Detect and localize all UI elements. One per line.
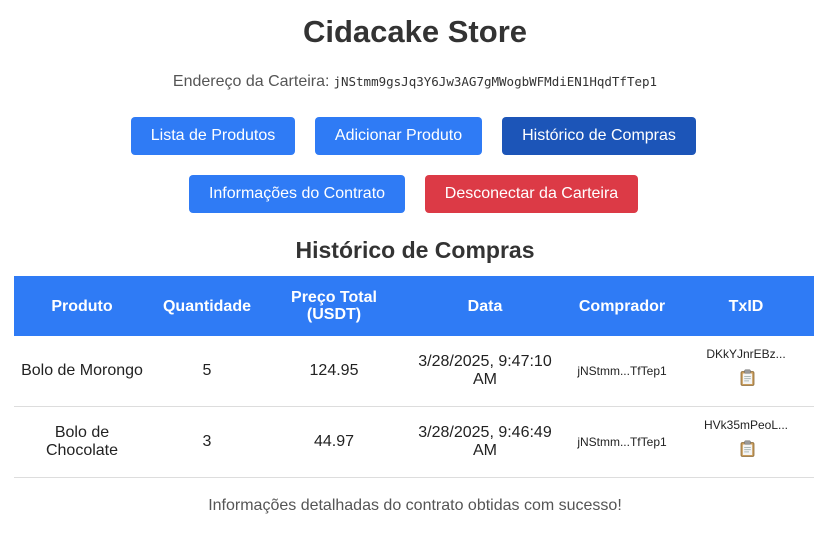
cell-total: 44.97 (264, 406, 404, 478)
contract-info-button[interactable]: Informações do Contrato (189, 175, 405, 213)
wallet-address: jNStmm9gsJq3Y6Jw3AG7gMWogbWFMdiEN1HqdTfT… (333, 74, 658, 89)
wallet-label: Endereço da Carteira: (172, 73, 330, 90)
table-header-row: Produto Quantidade Preço Total (USDT) Da… (14, 276, 814, 336)
column-header-product: Produto (14, 276, 150, 336)
cell-date: 3/28/2025, 9:46:49 AM (404, 406, 566, 478)
cell-quantity: 5 (150, 336, 264, 407)
table-row: Bolo de Morongo 5 124.95 3/28/2025, 9:47… (14, 336, 814, 407)
add-product-button[interactable]: Adicionar Produto (315, 117, 482, 155)
txid-text: DKkYJnrEBz... (706, 347, 786, 361)
wallet-info: Endereço da Carteira: jNStmm9gsJq3Y6Jw3AG… (0, 73, 830, 91)
page-title: Cidacake Store (303, 14, 527, 49)
column-header-total: Preço Total (USDT) (264, 276, 404, 336)
app-root: Cidacake Store Endereço da Carteira: jNSt… (0, 0, 830, 559)
status-message: Informações detalhadas do contrato obtid… (208, 497, 622, 514)
disconnect-wallet-button[interactable]: Desconectar da Carteira (425, 175, 638, 213)
column-header-quantity: Quantidade (150, 276, 264, 336)
purchase-history-button[interactable]: Histórico de Compras (502, 117, 696, 155)
purchase-history-table: Produto Quantidade Preço Total (USDT) Da… (14, 276, 814, 478)
cell-product: Bolo de Chocolate (14, 406, 150, 478)
cell-txid: DKkYJnrEBz... (678, 336, 814, 407)
column-header-buyer: Comprador (566, 276, 678, 336)
table-row: Bolo de Chocolate 3 44.97 3/28/2025, 9:4… (14, 406, 814, 478)
history-title: Histórico de Compras (295, 237, 535, 263)
cell-buyer: jNStmm...TfTep1 (566, 336, 678, 407)
cell-buyer: jNStmm...TfTep1 (566, 406, 678, 478)
txid-text: HVk35mPeoL... (703, 418, 789, 432)
cell-total: 124.95 (264, 336, 404, 407)
product-list-button[interactable]: Lista de Produtos (131, 117, 295, 155)
clipboard-icon[interactable] (740, 369, 754, 386)
cell-product: Bolo de Morongo (14, 336, 150, 407)
cell-quantity: 3 (150, 406, 264, 478)
cell-txid: HVk35mPeoL... (678, 406, 814, 478)
cell-date: 3/28/2025, 9:47:10 AM (404, 336, 566, 407)
column-header-date: Data (404, 276, 566, 336)
clipboard-icon[interactable] (740, 440, 754, 457)
column-header-txid: TxID (678, 276, 814, 336)
